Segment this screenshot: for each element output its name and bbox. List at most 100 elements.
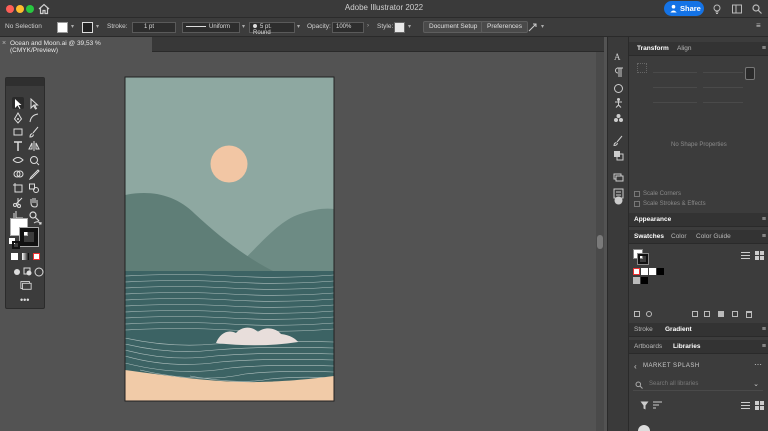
panel-menu-icon[interactable]: ≡ — [756, 21, 761, 30]
style-dropdown-icon[interactable]: ▾ — [408, 23, 411, 30]
new-swatch-icon[interactable] — [732, 311, 738, 317]
character-panel-icon[interactable]: A — [613, 51, 624, 62]
new-color-group-icon[interactable] — [718, 311, 724, 317]
blend-tool-icon[interactable] — [28, 181, 40, 193]
symbols-panel-icon[interactable] — [613, 113, 624, 124]
swatch-group-folder[interactable] — [633, 277, 640, 284]
canvas-area[interactable] — [0, 52, 604, 431]
tab-appearance[interactable]: Appearance — [634, 216, 671, 223]
library-more-icon[interactable]: ⋯ — [754, 360, 762, 369]
fill-dropdown-icon[interactable]: ▾ — [71, 23, 74, 30]
workspace-icon[interactable] — [731, 3, 743, 15]
share-button[interactable]: Share — [664, 1, 704, 16]
gradient-mode-button[interactable] — [22, 253, 29, 260]
sort-icon[interactable] — [653, 401, 662, 410]
opacity-field[interactable]: 100% — [332, 22, 364, 33]
library-search-field[interactable]: Search all libraries ⌄ — [633, 379, 763, 391]
swatch-stroke-preview[interactable] — [637, 253, 649, 265]
artboard-tool-icon[interactable] — [12, 181, 24, 193]
add-to-library-icon[interactable] — [692, 311, 698, 317]
shape-builder-tool-icon[interactable] — [12, 167, 24, 179]
scale-strokes-checkbox[interactable] — [634, 201, 640, 207]
swatch-white[interactable] — [649, 268, 656, 275]
stroke-weight-field[interactable]: 1 pt — [132, 22, 176, 33]
draw-behind-icon[interactable] — [22, 265, 32, 276]
artboard[interactable] — [125, 77, 334, 401]
document-tab[interactable]: × Ocean and Moon.ai @ 39,53 % (CMYK/Prev… — [0, 37, 152, 54]
tab-stroke[interactable]: Stroke — [634, 326, 653, 333]
filter-icon[interactable] — [640, 401, 649, 410]
vertical-scrollbar[interactable] — [596, 52, 604, 431]
default-colors-icon[interactable] — [8, 236, 20, 249]
layers-panel-icon[interactable] — [613, 172, 624, 183]
warp-tool-icon[interactable] — [28, 153, 40, 166]
variable-width-profile[interactable]: Uniform — [182, 22, 240, 33]
library-item-thumbnail[interactable] — [638, 425, 650, 431]
tab-align[interactable]: Align — [677, 45, 691, 52]
graphic-styles-panel-icon[interactable] — [613, 150, 624, 161]
swatch-black-2[interactable] — [641, 277, 648, 284]
screen-mode-icon[interactable] — [20, 278, 34, 290]
height-field[interactable] — [703, 79, 743, 88]
puppet-panel-icon[interactable] — [613, 97, 624, 108]
color-mode-button[interactable] — [11, 253, 18, 260]
style-swatch[interactable] — [394, 22, 405, 33]
tab-color[interactable]: Color — [671, 233, 687, 240]
none-mode-button[interactable] — [33, 253, 40, 260]
transform-reference-point[interactable] — [637, 63, 647, 73]
fill-swatch[interactable] — [57, 22, 68, 33]
preferences-button[interactable]: Preferences — [481, 21, 529, 33]
selection-tool-icon[interactable] — [12, 97, 24, 109]
swatch-black[interactable] — [657, 268, 664, 275]
stroke-swatch[interactable] — [82, 22, 93, 33]
rotate-field[interactable] — [653, 94, 697, 103]
direct-selection-tool-icon[interactable] — [28, 97, 40, 110]
rectangle-tool-icon[interactable] — [12, 125, 24, 137]
transform-panel-menu-icon[interactable]: ≡ — [762, 45, 766, 52]
stroke-dropdown-icon[interactable]: ▾ — [96, 23, 99, 30]
back-chevron-icon[interactable]: ‹ — [634, 362, 637, 371]
opentype-panel-icon[interactable] — [613, 83, 624, 94]
width-field[interactable] — [703, 64, 743, 73]
swatch-none[interactable] — [633, 268, 640, 275]
tab-swatches[interactable]: Swatches — [634, 233, 664, 240]
brushes-panel-icon[interactable] — [613, 135, 624, 146]
grid-view-icon[interactable] — [755, 251, 764, 260]
curvature-tool-icon[interactable] — [28, 111, 40, 123]
library-search-dropdown-icon[interactable]: ⌄ — [753, 380, 759, 388]
profile-dropdown-icon[interactable]: ▾ — [242, 23, 245, 30]
document-setup-button[interactable]: Document Setup — [423, 21, 484, 33]
tab-color-guide[interactable]: Color Guide — [696, 233, 731, 240]
hand-tool-icon[interactable] — [28, 195, 40, 208]
shear-field[interactable] — [703, 94, 743, 103]
tab-gradient[interactable]: Gradient — [665, 326, 692, 333]
delete-swatch-icon[interactable] — [746, 311, 752, 318]
search-icon[interactable] — [751, 3, 763, 15]
appearance-panel-menu-icon[interactable]: ≡ — [762, 216, 766, 223]
x-field[interactable] — [653, 64, 697, 73]
tab-libraries[interactable]: Libraries — [673, 343, 700, 350]
list-view-icon[interactable] — [741, 251, 750, 260]
width-tool-icon[interactable] — [12, 153, 24, 165]
close-tab-icon[interactable]: × — [2, 40, 6, 47]
opacity-dropdown-icon[interactable]: › — [367, 23, 369, 29]
library-grid-view-icon[interactable] — [755, 401, 764, 410]
swatch-options-icon[interactable] — [704, 311, 710, 317]
swatches-panel-menu-icon[interactable]: ≡ — [762, 233, 766, 240]
constrain-proportions-button[interactable] — [745, 67, 755, 80]
library-list-view-icon[interactable] — [741, 401, 750, 410]
edit-toolbar-icon[interactable]: ••• — [20, 295, 29, 305]
scissors-tool-icon[interactable] — [12, 195, 24, 208]
type-tool-icon[interactable] — [12, 139, 24, 151]
eyedropper-tool-icon[interactable] — [28, 167, 40, 181]
reflect-tool-icon[interactable] — [28, 139, 40, 151]
color-panel-icon[interactable] — [613, 195, 624, 206]
brush-definition[interactable]: 5 pt. Round — [249, 22, 295, 36]
show-kinds-icon[interactable] — [646, 311, 652, 317]
draw-inside-icon[interactable] — [33, 265, 44, 277]
swatch-libraries-icon[interactable] — [634, 311, 640, 317]
lightbulb-icon[interactable] — [711, 3, 723, 15]
scroll-thumb[interactable] — [597, 235, 603, 249]
swap-fill-stroke-icon[interactable] — [32, 218, 44, 230]
pen-tool-icon[interactable] — [12, 111, 24, 124]
